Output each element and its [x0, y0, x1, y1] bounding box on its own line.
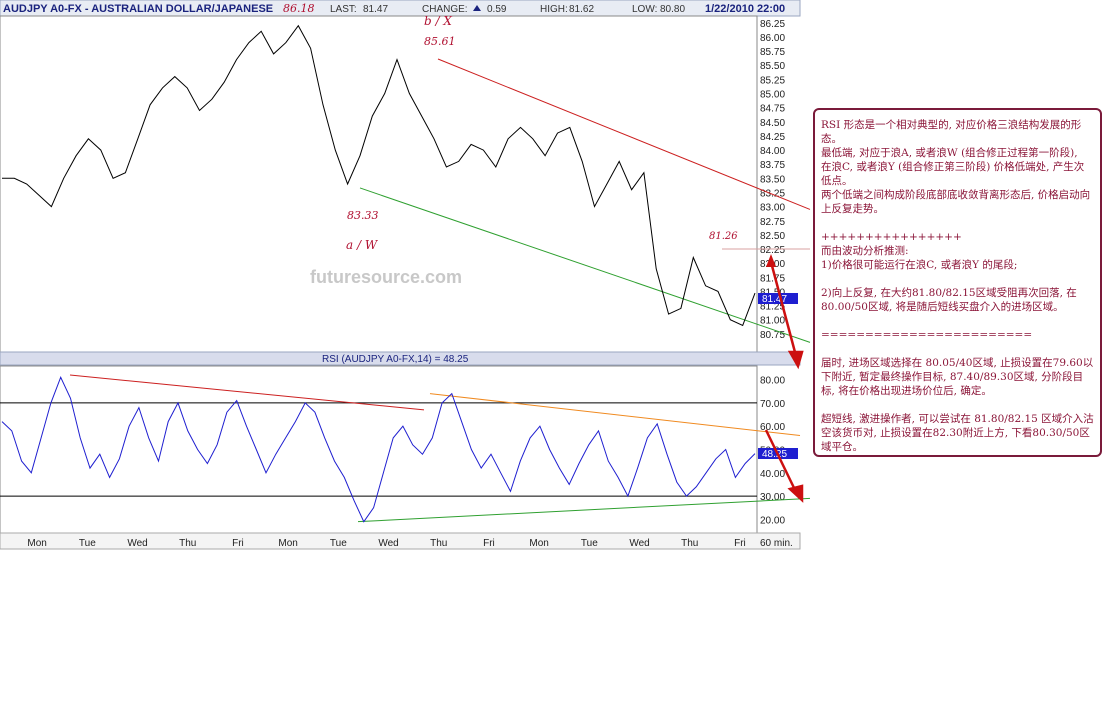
price-last-badge-text: 81.47: [762, 294, 787, 305]
rsi-title: RSI (AUDJPY A0-FX,14) = 48.25: [322, 354, 469, 365]
last-label: LAST:: [330, 4, 357, 15]
price-y-tick-10: 83.75: [760, 160, 785, 171]
low-annotation: 81.26: [709, 231, 738, 242]
price-y-tick-3: 85.50: [760, 61, 785, 72]
bx-value: 85.61: [424, 35, 456, 48]
price-y-tick-13: 83.00: [760, 203, 785, 214]
price-y-tick-15: 82.50: [760, 231, 785, 242]
watermark: futuresource.com: [310, 267, 462, 287]
low-value: 80.80: [660, 4, 685, 15]
x-tick-4: Fri: [232, 538, 244, 549]
aw-label: a / W: [346, 238, 379, 252]
price-panel: [0, 15, 758, 353]
x-tick-0: Mon: [27, 538, 46, 549]
note-paragraph: 超短线, 激进操作者, 可以尝试在 81.80/82.15 区域介入沽空该货币对…: [821, 413, 1094, 453]
rsi-y-tick-4: 40.00: [760, 469, 785, 480]
price-y-tick-16: 82.25: [760, 245, 785, 256]
price-y-axis: 86.25 86.00 85.75 85.50 85.25 85.00 84.75 84.50…: [760, 19, 785, 341]
x-tick-12: Wed: [629, 538, 649, 549]
price-y-tick-9: 84.00: [760, 146, 785, 157]
price-y-tick-1: 86.00: [760, 33, 785, 44]
price-y-tick-5: 85.00: [760, 90, 785, 101]
rsi-y-tick-0: 80.00: [760, 376, 785, 387]
price-y-tick-8: 84.25: [760, 132, 785, 143]
x-tick-13: Thu: [681, 538, 698, 549]
x-tick-10: Mon: [529, 538, 548, 549]
analysis-note: RSI 形态是一个相对典型的, 对应价格三浪结构发展的形态。最低端, 对应于浪A…: [813, 108, 1102, 457]
high-value: 81.62: [569, 4, 594, 15]
note-paragraph: 最低端, 对应于浪A, 或者浪W (组合修正过程第一阶段),: [821, 147, 1078, 159]
rsi-y-tick-6: 20.00: [760, 515, 785, 526]
note-paragraph: 2)向上反复, 在大约81.80/82.15区域受阻再次回落, 在80.00/5…: [821, 287, 1077, 313]
price-y-tick-0: 86.25: [760, 19, 785, 30]
high-label: HIGH:: [540, 4, 568, 15]
note-paragraph: RSI 形态是一个相对典型的, 对应价格三浪结构发展的形态。: [821, 119, 1082, 145]
note-paragraph: ========================: [821, 329, 1033, 341]
price-y-tick-2: 85.75: [760, 47, 785, 58]
last-value: 81.47: [363, 4, 388, 15]
price-y-tick-22: 80.75: [760, 330, 785, 341]
x-axis-bar: [0, 532, 801, 550]
x-tick-9: Fri: [483, 538, 495, 549]
note-paragraph: ++++++++++++++++: [821, 231, 962, 243]
price-y-tick-18: 81.75: [760, 273, 785, 284]
x-tick-6: Tue: [330, 538, 347, 549]
aw-value: 83.33: [347, 209, 379, 222]
note-paragraph: 两个低端之间构成阶段底部底收敛背离形态后, 价格启动向上反复走势。: [821, 189, 1091, 215]
price-y-tick-21: 81.00: [760, 316, 785, 327]
x-tick-3: Thu: [179, 538, 196, 549]
price-y-tick-11: 83.50: [760, 174, 785, 185]
x-tick-7: Wed: [378, 538, 398, 549]
high-marker: 86.18: [283, 2, 315, 15]
rsi-y-tick-5: 30.00: [760, 492, 785, 503]
low-label: LOW:: [632, 4, 657, 15]
x-axis: Mon Tue Wed Thu Fri Mon Tue Wed Thu Fri Mon Tue Wed T…: [27, 538, 745, 549]
price-y-tick-14: 82.75: [760, 217, 785, 228]
x-tick-2: Wed: [127, 538, 147, 549]
x-tick-1: Tue: [79, 538, 96, 549]
change-value: 0.59: [487, 4, 507, 15]
bx-label: b / X: [424, 14, 452, 28]
price-y-tick-6: 84.75: [760, 104, 785, 115]
x-unit-label: 60 min.: [760, 538, 793, 549]
x-tick-8: Thu: [430, 538, 447, 549]
price-y-tick-4: 85.25: [760, 75, 785, 86]
note-paragraph: 届时, 进场区域选择在 80.05/40区域, 止损设置在79.60以下附近, …: [821, 357, 1094, 397]
rsi-y-tick-1: 70.00: [760, 399, 785, 410]
note-paragraph: 在浪C, 或者浪Y (组合修正第三阶段) 价格低端处, 产生次低点。: [821, 161, 1085, 187]
note-paragraph: 1)价格很可能运行在浪C, 或者浪Y 的尾段;: [821, 259, 1018, 271]
x-tick-5: Mon: [278, 538, 297, 549]
x-tick-14: Fri: [734, 538, 746, 549]
symbol-title: AUDJPY A0-FX - AUSTRALIAN DOLLAR/JAPANES…: [3, 3, 273, 15]
note-paragraph: 而由波动分析推测:: [821, 245, 909, 257]
x-tick-11: Tue: [581, 538, 598, 549]
price-y-tick-7: 84.50: [760, 118, 785, 129]
datetime: 1/22/2010 22:00: [705, 3, 785, 15]
